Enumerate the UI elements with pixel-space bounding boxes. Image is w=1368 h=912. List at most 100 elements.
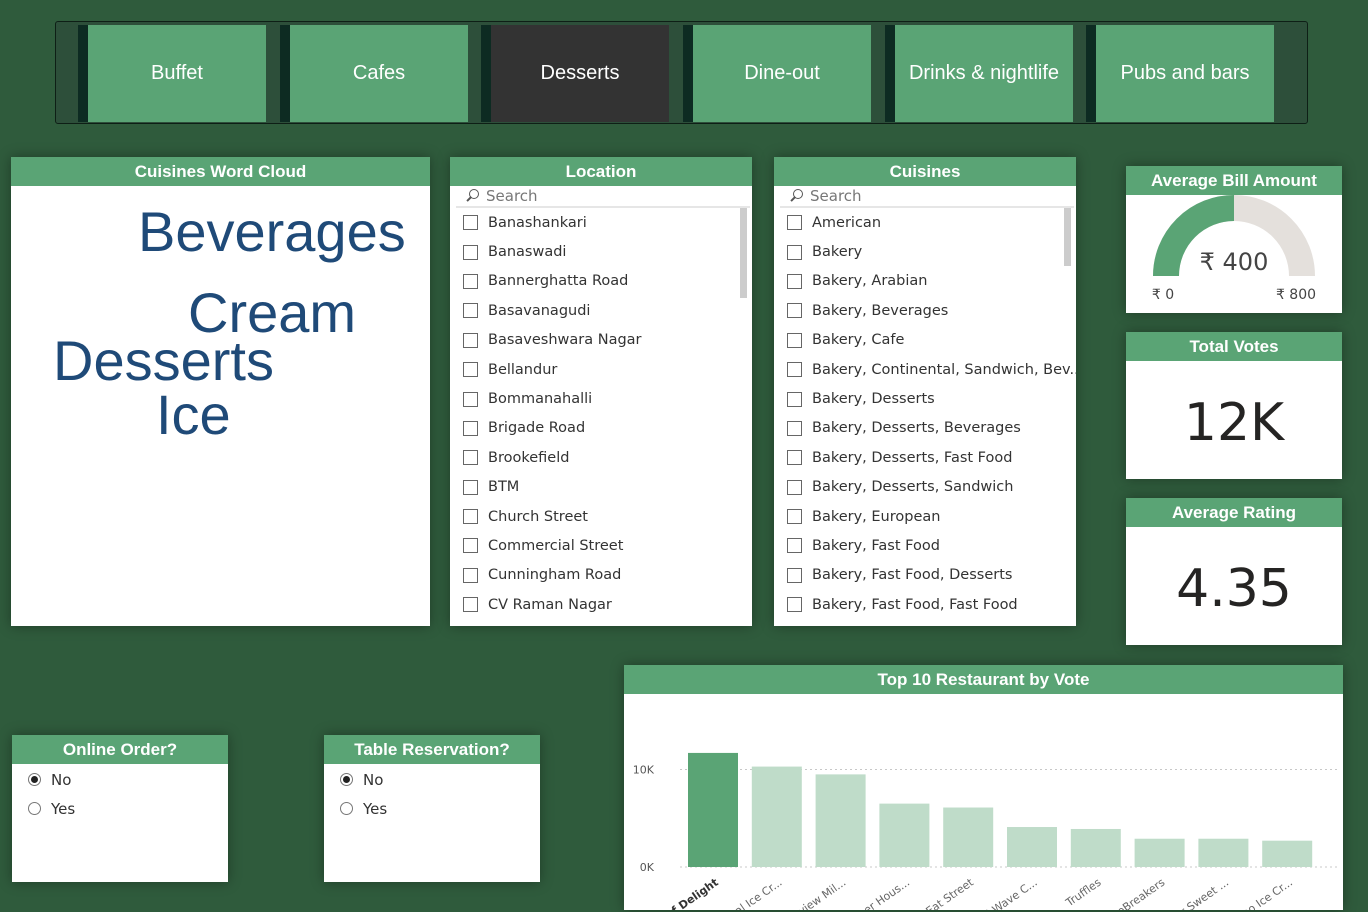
cuisines-item[interactable]: Bakery, Arabian	[774, 267, 1076, 296]
bar[interactable]	[1198, 838, 1249, 867]
checkbox[interactable]	[463, 567, 478, 583]
location-item-label: CV Raman Nagar	[488, 596, 612, 613]
radio-selected[interactable]	[28, 773, 41, 786]
checkbox[interactable]	[787, 362, 802, 378]
checkbox[interactable]	[787, 244, 802, 260]
location-item[interactable]: Commercial Street	[450, 531, 752, 560]
location-item[interactable]: Basaveshwara Nagar	[450, 326, 752, 355]
location-item[interactable]: Basavanagudi	[450, 296, 752, 325]
bar[interactable]	[879, 803, 930, 867]
cuisines-item[interactable]: Bakery, Beverages	[774, 296, 1076, 325]
cuisines-item[interactable]: American	[774, 208, 1076, 237]
location-list: Banashankari Banaswadi Bannerghatta Road Ba…	[450, 208, 752, 619]
location-scrollbar[interactable]	[740, 208, 747, 298]
checkbox[interactable]	[787, 391, 802, 407]
online-order-option-no[interactable]: No	[12, 765, 228, 794]
tab-cafes[interactable]: Cafes	[280, 25, 468, 122]
location-item[interactable]: BTM	[450, 473, 752, 502]
location-item-label: Bommanahalli	[488, 391, 593, 408]
location-search[interactable]: Search	[456, 186, 750, 208]
cuisines-item[interactable]: Bakery	[774, 237, 1076, 266]
checkbox[interactable]	[787, 303, 802, 319]
bar[interactable]	[1070, 828, 1121, 867]
location-item[interactable]: CV Raman Nagar	[450, 590, 752, 619]
checkbox[interactable]	[463, 509, 478, 525]
checkbox[interactable]	[463, 362, 478, 378]
word-cloud-word[interactable]: Ice	[156, 387, 231, 443]
bar[interactable]	[688, 752, 738, 867]
checkbox[interactable]	[463, 332, 478, 348]
table-reservation-option-yes[interactable]: Yes	[324, 794, 540, 823]
tab-desserts[interactable]: Desserts	[481, 25, 669, 122]
location-item[interactable]: Bellandur	[450, 355, 752, 384]
checkbox[interactable]	[787, 538, 802, 554]
location-item[interactable]: Bommanahalli	[450, 384, 752, 413]
checkbox[interactable]	[463, 538, 478, 554]
cuisines-item[interactable]: Bakery, Fast Food	[774, 531, 1076, 560]
cuisines-scrollbar[interactable]	[1064, 208, 1071, 266]
location-item-label: Basavanagudi	[488, 302, 591, 319]
cuisines-item[interactable]: Bakery, Continental, Sandwich, Bev...	[774, 355, 1076, 384]
checkbox[interactable]	[463, 273, 478, 289]
cuisines-item[interactable]: Bakery, Desserts, Fast Food	[774, 443, 1076, 472]
location-item[interactable]: Banaswadi	[450, 237, 752, 266]
location-item[interactable]: Church Street	[450, 502, 752, 531]
y-tick-label: 10K	[633, 764, 655, 777]
checkbox[interactable]	[787, 420, 802, 436]
checkbox[interactable]	[463, 450, 478, 466]
tab-buffet[interactable]: Buffet	[78, 25, 266, 122]
radio-selected[interactable]	[340, 773, 353, 786]
checkbox[interactable]	[787, 332, 802, 348]
total-votes-value: 12K	[1183, 393, 1285, 453]
bar[interactable]	[815, 774, 866, 867]
gauge-max-label: ₹ 800	[1276, 287, 1316, 303]
checkbox[interactable]	[463, 597, 478, 613]
cuisines-item-label: Bakery, Desserts	[812, 391, 935, 408]
radio-unselected[interactable]	[340, 802, 353, 815]
checkbox[interactable]	[787, 273, 802, 289]
location-item[interactable]: Cunningham Road	[450, 561, 752, 590]
checkbox[interactable]	[787, 597, 802, 613]
x-tick-label: Art of Delight	[644, 876, 721, 910]
bar[interactable]	[751, 766, 802, 867]
bar[interactable]	[1262, 840, 1313, 867]
location-title: Location	[450, 157, 752, 186]
checkbox[interactable]	[463, 391, 478, 407]
online-order-option-yes[interactable]: Yes	[12, 794, 228, 823]
word-cloud-word[interactable]: Desserts	[53, 333, 274, 389]
bar[interactable]	[943, 807, 994, 867]
cuisines-item[interactable]: Bakery, Desserts, Beverages	[774, 414, 1076, 443]
cuisines-item[interactable]: Bakery, Desserts	[774, 384, 1076, 413]
checkbox[interactable]	[463, 420, 478, 436]
location-item[interactable]: Bannerghatta Road	[450, 267, 752, 296]
cuisines-search[interactable]: Search	[780, 186, 1074, 208]
location-item[interactable]: Brookefield	[450, 443, 752, 472]
tab-pubs-and-bars[interactable]: Pubs and bars	[1086, 25, 1274, 122]
checkbox[interactable]	[463, 303, 478, 319]
y-tick-label: 0K	[640, 861, 655, 874]
cuisines-item[interactable]: Bakery, European	[774, 502, 1076, 531]
location-item[interactable]: Brigade Road	[450, 414, 752, 443]
tab-dine-out[interactable]: Dine-out	[683, 25, 871, 122]
cuisines-item-label: Bakery, Desserts, Beverages	[812, 420, 1021, 437]
checkbox[interactable]	[787, 479, 802, 495]
location-item[interactable]: Banashankari	[450, 208, 752, 237]
checkbox[interactable]	[463, 244, 478, 260]
cuisines-item[interactable]: Bakery, Desserts, Sandwich	[774, 473, 1076, 502]
bar[interactable]	[1134, 838, 1185, 867]
checkbox[interactable]	[787, 450, 802, 466]
avg-rating-card: Average Rating 4.35	[1126, 498, 1342, 645]
cuisines-item[interactable]: Bakery, Cafe	[774, 326, 1076, 355]
cuisines-item[interactable]: Bakery, Fast Food, Fast Food	[774, 590, 1076, 619]
checkbox[interactable]	[463, 479, 478, 495]
radio-unselected[interactable]	[28, 802, 41, 815]
checkbox[interactable]	[787, 567, 802, 583]
tab-drinks-nightlife[interactable]: Drinks & nightlife	[885, 25, 1073, 122]
checkbox[interactable]	[787, 509, 802, 525]
bar[interactable]	[1007, 827, 1057, 867]
word-cloud-word[interactable]: Beverages	[138, 204, 406, 260]
checkbox[interactable]	[463, 215, 478, 231]
checkbox[interactable]	[787, 215, 802, 231]
table-reservation-option-no[interactable]: No	[324, 765, 540, 794]
cuisines-item[interactable]: Bakery, Fast Food, Desserts	[774, 561, 1076, 590]
